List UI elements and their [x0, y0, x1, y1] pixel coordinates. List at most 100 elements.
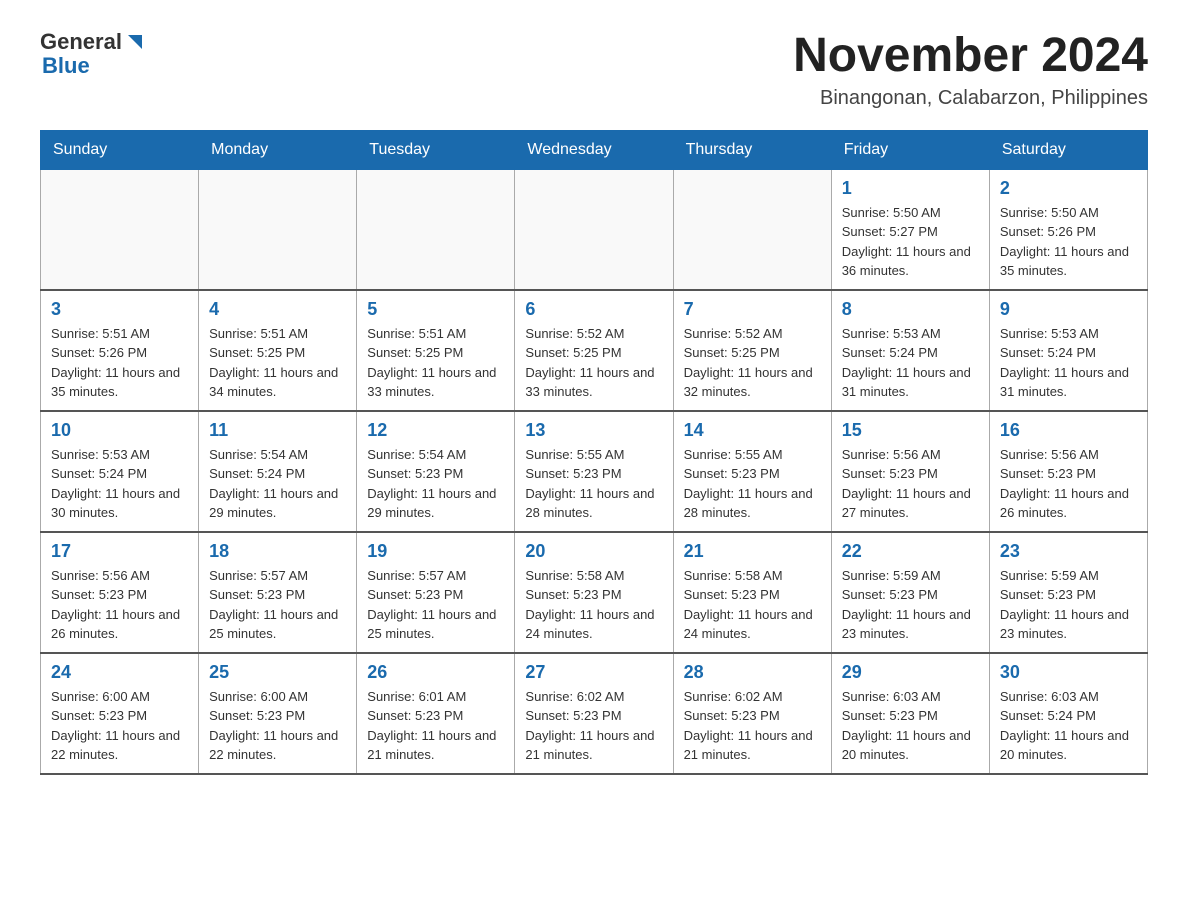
day-number: 7 — [684, 299, 821, 320]
day-number: 4 — [209, 299, 346, 320]
day-info: Sunrise: 5:54 AM Sunset: 5:24 PM Dayligh… — [209, 445, 346, 523]
calendar-cell — [357, 169, 515, 290]
calendar-cell: 27 Sunrise: 6:02 AM Sunset: 5:23 PM Dayli… — [515, 653, 673, 774]
day-info: Sunrise: 5:53 AM Sunset: 5:24 PM Dayligh… — [51, 445, 188, 523]
day-number: 17 — [51, 541, 188, 562]
calendar-week-row: 1 Sunrise: 5:50 AM Sunset: 5:27 PM Daylig… — [41, 169, 1148, 290]
day-info: Sunrise: 5:51 AM Sunset: 5:26 PM Dayligh… — [51, 324, 188, 402]
calendar-cell: 5Sunrise: 5:51 AM Sunset: 5:25 PM Daylig… — [357, 290, 515, 411]
calendar-cell — [199, 169, 357, 290]
day-info: Sunrise: 5:56 AM Sunset: 5:23 PM Dayligh… — [1000, 445, 1137, 523]
day-number: 20 — [525, 541, 662, 562]
day-number: 15 — [842, 420, 979, 441]
calendar-cell: 22Sunrise: 5:59 AM Sunset: 5:23 PM Dayli… — [831, 532, 989, 653]
calendar-cell: 29Sunrise: 6:03 AM Sunset: 5:23 PM Dayli… — [831, 653, 989, 774]
day-info: Sunrise: 6:03 AM Sunset: 5:24 PM Dayligh… — [1000, 687, 1137, 765]
calendar-cell — [515, 169, 673, 290]
calendar-cell: 7Sunrise: 5:52 AM Sunset: 5:25 PM Daylig… — [673, 290, 831, 411]
day-info: Sunrise: 5:57 AM Sunset: 5:23 PM Dayligh… — [367, 566, 504, 644]
day-info: Sunrise: 5:57 AM Sunset: 5:23 PM Dayligh… — [209, 566, 346, 644]
calendar-cell — [673, 169, 831, 290]
location-subtitle: Binangonan, Calabarzon, Philippines — [793, 87, 1148, 110]
calendar-cell: 28Sunrise: 6:02 AM Sunset: 5:23 PM Dayli… — [673, 653, 831, 774]
weekday-header-monday: Monday — [199, 130, 357, 169]
day-number: 18 — [209, 541, 346, 562]
calendar-cell: 17 Sunrise: 5:56 AM Sunset: 5:23 PM Dayli… — [41, 532, 199, 653]
calendar-cell: 4 Sunrise: 5:51 AM Sunset: 5:25 PM Daylig… — [199, 290, 357, 411]
day-number: 27 — [525, 662, 662, 683]
calendar-cell: 12 Sunrise: 5:54 AM Sunset: 5:23 PM Dayli… — [357, 411, 515, 532]
day-info: Sunrise: 5:55 AM Sunset: 5:23 PM Dayligh… — [684, 445, 821, 523]
day-info: Sunrise: 5:58 AM Sunset: 5:23 PM Dayligh… — [684, 566, 821, 644]
day-number: 6 — [525, 299, 662, 320]
day-info: Sunrise: 5:54 AM Sunset: 5:23 PM Dayligh… — [367, 445, 504, 523]
calendar-cell: 24Sunrise: 6:00 AM Sunset: 5:23 PM Dayli… — [41, 653, 199, 774]
day-info: Sunrise: 5:50 AM Sunset: 5:27 PM Dayligh… — [842, 203, 979, 281]
day-info: Sunrise: 5:53 AM Sunset: 5:24 PM Dayligh… — [1000, 324, 1137, 402]
calendar-cell: 26 Sunrise: 6:01 AM Sunset: 5:23 PM Dayli… — [357, 653, 515, 774]
day-info: Sunrise: 5:51 AM Sunset: 5:25 PM Dayligh… — [367, 324, 504, 402]
calendar-cell: 1 Sunrise: 5:50 AM Sunset: 5:27 PM Daylig… — [831, 169, 989, 290]
calendar-week-row: 3 Sunrise: 5:51 AM Sunset: 5:26 PM Daylig… — [41, 290, 1148, 411]
day-info: Sunrise: 5:53 AM Sunset: 5:24 PM Dayligh… — [842, 324, 979, 402]
day-info: Sunrise: 5:56 AM Sunset: 5:23 PM Dayligh… — [51, 566, 188, 644]
weekday-header-row: SundayMondayTuesdayWednesdayThursdayFrid… — [41, 130, 1148, 169]
calendar-cell: 23Sunrise: 5:59 AM Sunset: 5:23 PM Dayli… — [989, 532, 1147, 653]
calendar-cell: 15 Sunrise: 5:56 AM Sunset: 5:23 PM Dayli… — [831, 411, 989, 532]
day-info: Sunrise: 5:59 AM Sunset: 5:23 PM Dayligh… — [1000, 566, 1137, 644]
calendar-cell: 30Sunrise: 6:03 AM Sunset: 5:24 PM Dayli… — [989, 653, 1147, 774]
calendar-week-row: 24Sunrise: 6:00 AM Sunset: 5:23 PM Dayli… — [41, 653, 1148, 774]
day-number: 21 — [684, 541, 821, 562]
day-number: 10 — [51, 420, 188, 441]
calendar-table: SundayMondayTuesdayWednesdayThursdayFrid… — [40, 130, 1148, 775]
calendar-cell: 3 Sunrise: 5:51 AM Sunset: 5:26 PM Daylig… — [41, 290, 199, 411]
calendar-cell: 19 Sunrise: 5:57 AM Sunset: 5:23 PM Dayli… — [357, 532, 515, 653]
day-number: 29 — [842, 662, 979, 683]
day-info: Sunrise: 5:52 AM Sunset: 5:25 PM Dayligh… — [525, 324, 662, 402]
day-info: Sunrise: 6:00 AM Sunset: 5:23 PM Dayligh… — [51, 687, 188, 765]
calendar-week-row: 17 Sunrise: 5:56 AM Sunset: 5:23 PM Dayli… — [41, 532, 1148, 653]
day-info: Sunrise: 5:56 AM Sunset: 5:23 PM Dayligh… — [842, 445, 979, 523]
logo-blue-text: Blue — [42, 54, 146, 78]
day-number: 26 — [367, 662, 504, 683]
logo-general-text: General — [40, 30, 122, 54]
day-number: 14 — [684, 420, 821, 441]
day-number: 16 — [1000, 420, 1137, 441]
calendar-cell: 18 Sunrise: 5:57 AM Sunset: 5:23 PM Dayli… — [199, 532, 357, 653]
day-info: Sunrise: 6:01 AM Sunset: 5:23 PM Dayligh… — [367, 687, 504, 765]
calendar-cell: 21 Sunrise: 5:58 AM Sunset: 5:23 PM Dayli… — [673, 532, 831, 653]
calendar-cell: 20 Sunrise: 5:58 AM Sunset: 5:23 PM Dayli… — [515, 532, 673, 653]
day-number: 1 — [842, 178, 979, 199]
title-block: November 2024 Binangonan, Calabarzon, Ph… — [793, 30, 1148, 110]
calendar-cell: 9 Sunrise: 5:53 AM Sunset: 5:24 PM Daylig… — [989, 290, 1147, 411]
calendar-cell: 10 Sunrise: 5:53 AM Sunset: 5:24 PM Dayli… — [41, 411, 199, 532]
calendar-cell — [41, 169, 199, 290]
weekday-header-saturday: Saturday — [989, 130, 1147, 169]
weekday-header-thursday: Thursday — [673, 130, 831, 169]
day-info: Sunrise: 6:02 AM Sunset: 5:23 PM Dayligh… — [525, 687, 662, 765]
calendar-cell: 14 Sunrise: 5:55 AM Sunset: 5:23 PM Dayli… — [673, 411, 831, 532]
day-number: 11 — [209, 420, 346, 441]
calendar-cell: 2Sunrise: 5:50 AM Sunset: 5:26 PM Daylig… — [989, 169, 1147, 290]
month-title: November 2024 — [793, 30, 1148, 83]
calendar-cell: 11 Sunrise: 5:54 AM Sunset: 5:24 PM Dayli… — [199, 411, 357, 532]
calendar-cell: 13Sunrise: 5:55 AM Sunset: 5:23 PM Dayli… — [515, 411, 673, 532]
day-info: Sunrise: 5:58 AM Sunset: 5:23 PM Dayligh… — [525, 566, 662, 644]
weekday-header-tuesday: Tuesday — [357, 130, 515, 169]
day-number: 3 — [51, 299, 188, 320]
logo-triangle-icon — [124, 31, 146, 53]
weekday-header-friday: Friday — [831, 130, 989, 169]
calendar-week-row: 10 Sunrise: 5:53 AM Sunset: 5:24 PM Dayli… — [41, 411, 1148, 532]
day-info: Sunrise: 5:51 AM Sunset: 5:25 PM Dayligh… — [209, 324, 346, 402]
day-info: Sunrise: 6:00 AM Sunset: 5:23 PM Dayligh… — [209, 687, 346, 765]
day-number: 9 — [1000, 299, 1137, 320]
calendar-cell: 25Sunrise: 6:00 AM Sunset: 5:23 PM Dayli… — [199, 653, 357, 774]
day-info: Sunrise: 5:59 AM Sunset: 5:23 PM Dayligh… — [842, 566, 979, 644]
page-header: General Blue November 2024 Binangonan, C… — [40, 30, 1148, 110]
calendar-cell: 6 Sunrise: 5:52 AM Sunset: 5:25 PM Daylig… — [515, 290, 673, 411]
weekday-header-wednesday: Wednesday — [515, 130, 673, 169]
day-number: 12 — [367, 420, 504, 441]
weekday-header-sunday: Sunday — [41, 130, 199, 169]
day-number: 19 — [367, 541, 504, 562]
calendar-cell: 16 Sunrise: 5:56 AM Sunset: 5:23 PM Dayli… — [989, 411, 1147, 532]
